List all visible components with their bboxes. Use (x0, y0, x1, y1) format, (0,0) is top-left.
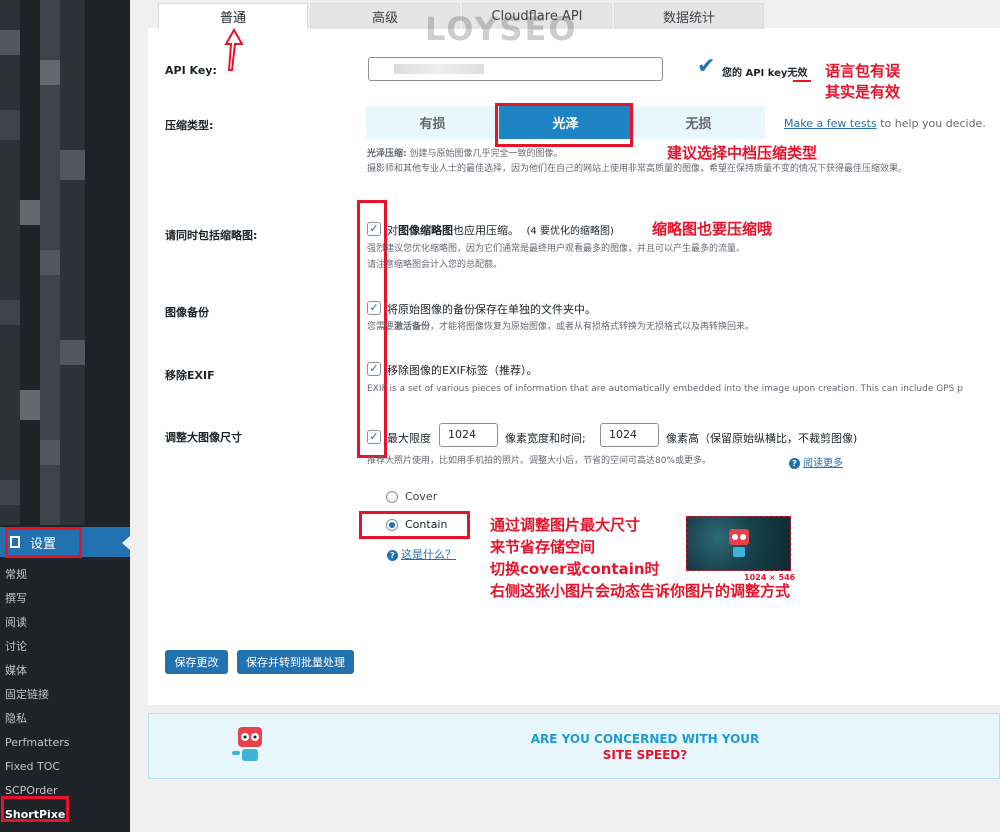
resize-width-suffix: 像素宽度和时间; (505, 432, 586, 445)
submenu-item-shortpixel[interactable]: ShortPixel (0, 803, 130, 827)
compression-lossless-button[interactable]: 无损 (632, 106, 765, 139)
settings-doc-icon (10, 536, 20, 548)
resize-preview-image (686, 516, 791, 571)
api-valid-check-icon: ✔ (697, 54, 716, 79)
backup-desc-bold: 激活备份 (394, 322, 431, 332)
settings-submenu: 常规 撰写 阅读 讨论 媒体 固定链接 隐私 Perfmatters Fixed… (0, 563, 130, 827)
sidebar-item-settings[interactable]: 设置 (0, 527, 130, 557)
save-bulk-button[interactable]: 保存并转到批量处理 (237, 650, 354, 674)
resize-width-input[interactable]: 1024 (439, 423, 498, 447)
exif-option: 移除图像的EXIF标签（推荐）。 (387, 364, 538, 377)
annotation-resize-4: 右侧这张小图片会动态告诉你图片的调整方式 (490, 582, 791, 600)
backup-label: 图像备份 (165, 306, 209, 319)
settings-label: 设置 (30, 536, 57, 552)
submenu-item[interactable]: 撰写 (0, 587, 130, 611)
thumbnails-suffix: 也应用压缩。 (453, 224, 519, 237)
robot-mascot-icon (232, 727, 262, 761)
thumbnails-checkbox[interactable]: ✓ (367, 222, 381, 236)
contain-radio[interactable] (386, 519, 398, 531)
test-hint: Make a few tests to help you decide. (784, 117, 986, 130)
resize-checkbox[interactable]: ✓ (367, 430, 381, 444)
exif-label: 移除EXIF (165, 369, 215, 382)
thumbnails-desc2: 请注意缩略图会计入您的总配额。 (367, 260, 503, 270)
api-key-label: API Key: (165, 64, 217, 77)
banner-message: ARE YOU CONCERNED WITH YOUR SITE SPEED? (530, 731, 760, 763)
help-icon: ? (789, 457, 800, 469)
submenu-item[interactable]: 固定链接 (0, 683, 130, 707)
read-more-link[interactable]: 阅读更多 (803, 458, 843, 469)
resize-height-suffix: 像素高（保留原始纵横比，不裁剪图像) (666, 432, 858, 445)
banner-line1: ARE YOU CONCERNED WITH YOUR (530, 732, 760, 746)
annotation-resize-1: 通过调整图片最大尺寸 (490, 516, 641, 534)
submenu-item[interactable]: 媒体 (0, 659, 130, 683)
backup-checkbox[interactable]: ✓ (367, 301, 381, 315)
save-button[interactable]: 保存更改 (165, 650, 228, 674)
preview-size-label: 1024 × 546 (744, 573, 796, 582)
annotation-thumb-note: 缩略图也要压缩哦 (652, 220, 773, 238)
current-menu-caret (122, 536, 130, 550)
tab-general[interactable]: 普通 (158, 3, 308, 29)
thumbnails-desc1: 强烈建议您优化缩略图，因为它们通常是最终用户观看最多的图像，并且可以产生最多的流… (367, 244, 746, 254)
submenu-item[interactable]: Fixed TOC (0, 755, 130, 779)
watermark: LOYSEO (425, 10, 578, 48)
tab-statistics[interactable]: 数据统计 (614, 3, 764, 29)
submenu-item[interactable]: 阅读 (0, 611, 130, 635)
thumbnails-label: 请同时包括缩略图: (165, 229, 258, 242)
annotation-lang-error-1: 语言包有误 (825, 62, 901, 80)
backup-desc-prefix: 您需要 (367, 322, 395, 332)
banner-line2: SITE SPEED? (602, 748, 688, 762)
annotation-resize-3: 切换cover或contain时 (490, 560, 660, 578)
compression-lossy-button[interactable]: 有损 (366, 106, 499, 139)
compression-selector: 有损 光泽 无损 (366, 106, 765, 139)
resize-label: 调整大图像尺寸 (165, 431, 242, 444)
thumbnails-count: (4 要优化的缩略图) (526, 226, 614, 237)
help-icon: ? (387, 549, 398, 561)
resize-height-input[interactable]: 1024 (600, 423, 659, 447)
what-is-this-link[interactable]: 这是什么？ (401, 548, 456, 561)
thumbnails-prefix: 对 (387, 224, 398, 237)
resize-max-label: 最大限度 (387, 432, 431, 445)
test-hint-suffix: to help you decide. (876, 117, 986, 130)
exif-desc: EXIF is a set of various pieces of infor… (367, 384, 963, 394)
thumbnails-bold: 图像缩略图 (398, 224, 453, 237)
submenu-item[interactable]: Perfmatters (0, 731, 130, 755)
submenu-item[interactable]: 隐私 (0, 707, 130, 731)
backup-option: 将原始图像的备份保存在单独的文件夹中。 (387, 303, 596, 316)
admin-sidebar: 设置 常规 撰写 阅读 讨论 媒体 固定链接 隐私 Perfmatters Fi… (0, 0, 130, 832)
api-key-input[interactable] (368, 57, 663, 81)
cover-label: Cover (405, 490, 438, 503)
annotation-underline (793, 80, 811, 82)
resize-desc: 推荐大照片使用，比如用手机拍的照片。调整大小后，节省的空间可高达80%或更多。 (367, 456, 712, 466)
annotation-lang-error-2: 其实是有效 (825, 83, 901, 101)
pixelated-menu (0, 0, 130, 525)
annotation-arrow-icon (224, 28, 244, 71)
submenu-item[interactable]: 讨论 (0, 635, 130, 659)
backup-desc: 您需要激活备份，才能将图像恢复为原始图像，或者从有损格式转换为无损格式以及再转换… (367, 321, 754, 334)
annotation-suggest-glossy: 建议选择中档压缩类型 (667, 144, 818, 162)
annotation-resize-2: 来节省存储空间 (490, 538, 596, 556)
submenu-item[interactable]: 常规 (0, 563, 130, 587)
compression-desc-line2: 摄影师和其他专业人士的最佳选择，因为他们在自己的网站上使用非常高质量的图像，希望… (367, 164, 908, 174)
cover-radio[interactable] (386, 491, 398, 503)
thumbnails-option: 对图像缩略图也应用压缩。 (4 要优化的缩略图) (387, 222, 614, 238)
make-tests-link[interactable]: Make a few tests (784, 117, 877, 130)
what-is-this: ? 这是什么？ (387, 546, 456, 562)
glossy-desc-title: 光泽压缩: (367, 149, 407, 159)
submenu-item[interactable]: SCPOrder (0, 779, 130, 803)
robot-icon (729, 529, 749, 557)
api-key-status: 您的 API key无效 (722, 68, 808, 79)
compression-label: 压缩类型: (165, 119, 214, 132)
glossy-desc-text: 创建与原始图像几乎完全一致的图像。 (406, 149, 563, 159)
read-more: ? 阅读更多 (789, 454, 843, 469)
compression-glossy-button[interactable]: 光泽 (499, 106, 632, 139)
backup-desc-suffix: ，才能将图像恢复为原始图像，或者从有损格式转换为无损格式以及再转换回来。 (430, 322, 755, 332)
masked-key (394, 64, 484, 74)
contain-label: Contain (405, 518, 448, 531)
compression-desc-line1: 光泽压缩: 创建与原始图像几乎完全一致的图像。 (367, 148, 562, 161)
exif-checkbox[interactable]: ✓ (367, 362, 381, 376)
